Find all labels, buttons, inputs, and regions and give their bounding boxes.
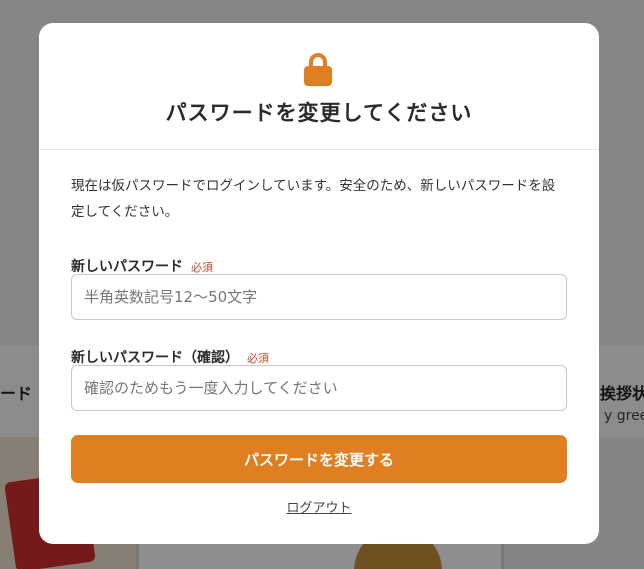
required-badge: 必須 [191,261,213,274]
confirm-password-label-text: 新しいパスワード（確認） [71,350,239,366]
change-password-button[interactable]: パスワードを変更する [71,435,567,483]
new-password-input[interactable] [71,274,567,320]
confirm-password-input[interactable] [71,365,567,411]
modal-header: パスワードを変更してください [39,23,599,150]
confirm-password-label: 新しいパスワード（確認） 必須 [71,347,269,367]
new-password-label: 新しいパスワード 必須 [71,256,213,276]
change-password-modal: パスワードを変更してください 現在は仮パスワードでログインしています。安全のため… [39,23,599,544]
modal-description: 現在は仮パスワードでログインしています。安全のため、新しいパスワードを設定してく… [71,178,556,220]
logout-link[interactable]: ログアウト [71,497,567,516]
new-password-label-text: 新しいパスワード [71,259,183,275]
modal-body: 現在は仮パスワードでログインしています。安全のため、新しいパスワードを設定してく… [71,173,567,516]
required-badge: 必須 [247,352,269,365]
lock-icon [304,53,332,86]
modal-title: パスワードを変更してください [165,101,473,125]
